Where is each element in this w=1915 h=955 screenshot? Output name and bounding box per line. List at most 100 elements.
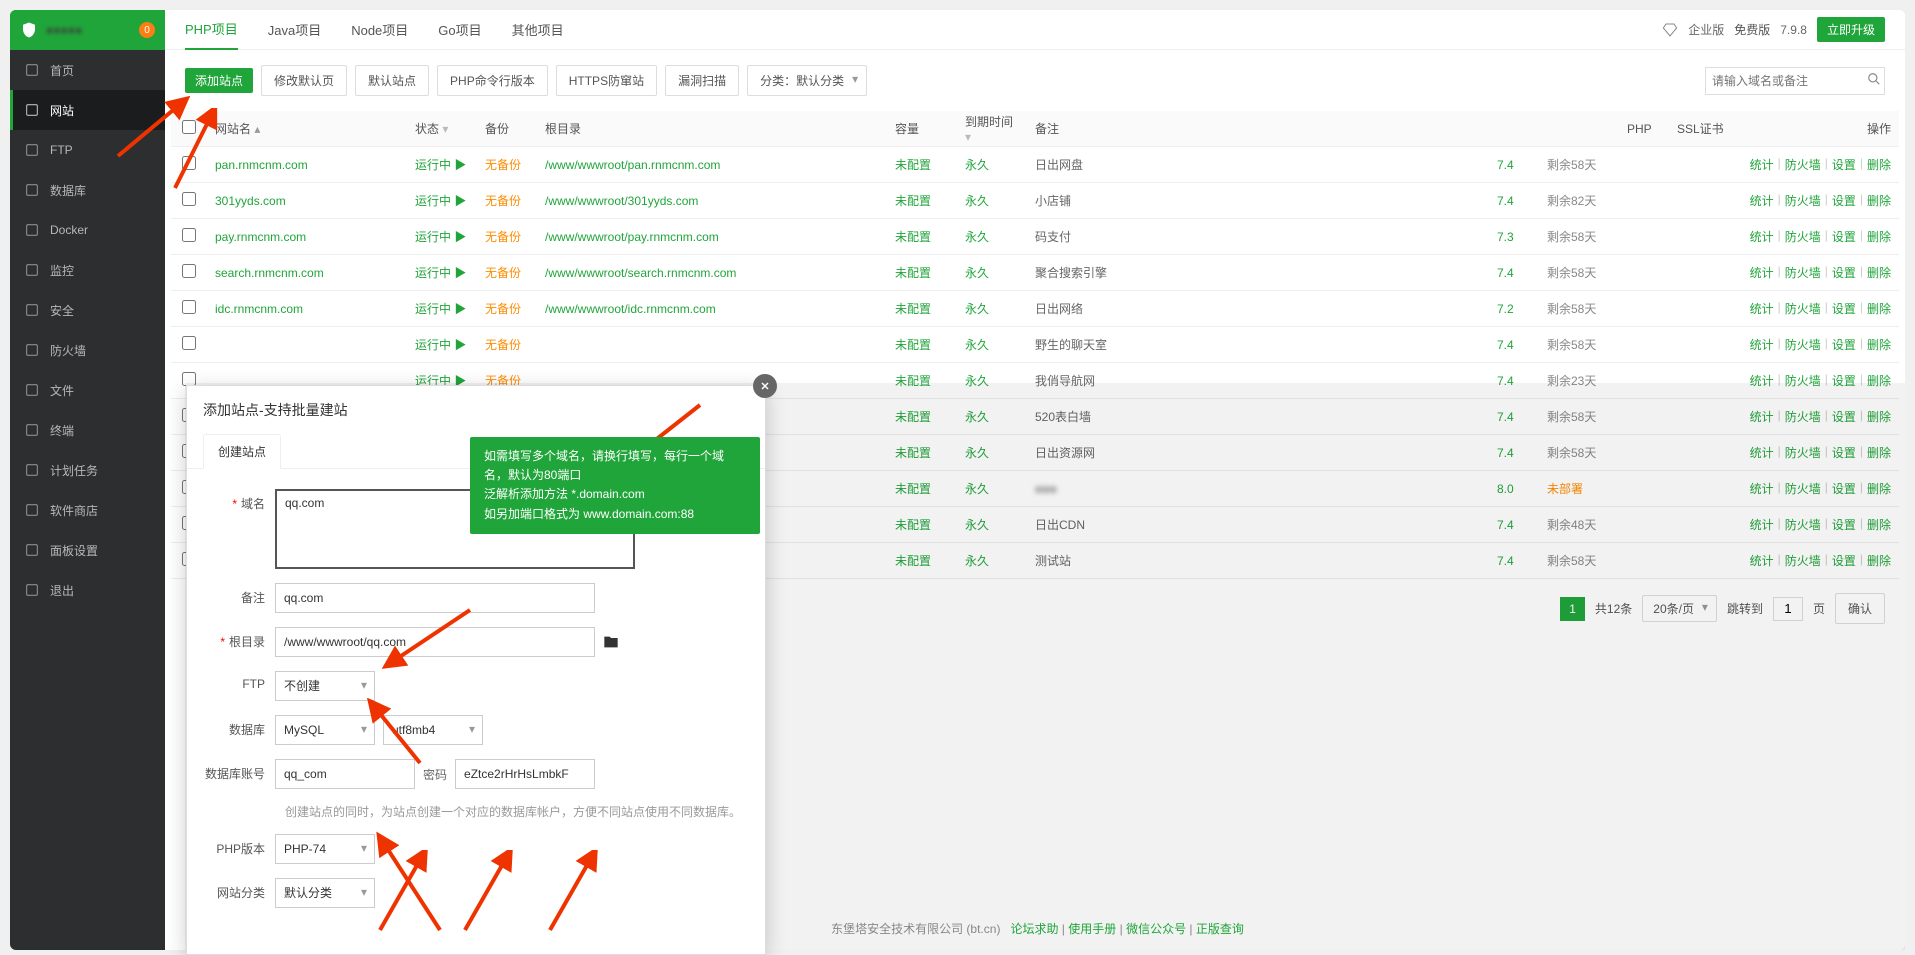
- ssl-text[interactable]: 剩余58天: [1547, 158, 1596, 172]
- sidebar-item-10[interactable]: 计划任务: [10, 450, 165, 490]
- capacity-link[interactable]: 未配置: [895, 194, 931, 208]
- backup-link[interactable]: 无备份: [485, 158, 521, 172]
- backup-link[interactable]: 无备份: [485, 302, 521, 316]
- root-link[interactable]: /www/wwwroot/pan.rnmcnm.com: [545, 158, 720, 172]
- project-tab-0[interactable]: PHP项目: [185, 10, 238, 50]
- op-firewall[interactable]: 防火墙: [1785, 192, 1821, 209]
- op-firewall[interactable]: 防火墙: [1785, 228, 1821, 245]
- toolbar-button-2[interactable]: PHP命令行版本: [437, 65, 548, 96]
- folder-icon[interactable]: [603, 634, 619, 650]
- add-site-button[interactable]: 添加站点: [185, 68, 253, 93]
- row-checkbox[interactable]: [182, 264, 196, 278]
- ssl-text[interactable]: 剩余82天: [1547, 194, 1596, 208]
- status-link[interactable]: 运行中 ▶: [415, 194, 466, 208]
- col-expire[interactable]: 到期时间: [965, 115, 1013, 129]
- php-link[interactable]: 7.3: [1497, 230, 1514, 244]
- op-stats[interactable]: 统计: [1750, 300, 1774, 317]
- site-link[interactable]: 301yyds.com: [215, 194, 286, 208]
- row-checkbox[interactable]: [182, 192, 196, 206]
- expire-link[interactable]: 永久: [965, 194, 989, 208]
- expire-link[interactable]: 永久: [965, 302, 989, 316]
- op-delete[interactable]: 删除: [1867, 264, 1891, 281]
- op-settings[interactable]: 设置: [1832, 228, 1856, 245]
- op-settings[interactable]: 设置: [1832, 264, 1856, 281]
- backup-link[interactable]: 无备份: [485, 338, 521, 352]
- status-link[interactable]: 运行中 ▶: [415, 338, 466, 352]
- sidebar-item-7[interactable]: 防火墙: [10, 330, 165, 370]
- capacity-link[interactable]: 未配置: [895, 338, 931, 352]
- root-link[interactable]: /www/wwwroot/search.rnmcnm.com: [545, 266, 736, 280]
- sidebar-item-9[interactable]: 终端: [10, 410, 165, 450]
- op-settings[interactable]: 设置: [1832, 336, 1856, 353]
- toolbar-button-3[interactable]: HTTPS防窜站: [556, 65, 657, 96]
- modal-tab-create[interactable]: 创建站点: [203, 434, 281, 469]
- op-delete[interactable]: 删除: [1867, 336, 1891, 353]
- php-link[interactable]: 7.4: [1497, 266, 1514, 280]
- op-stats[interactable]: 统计: [1750, 228, 1774, 245]
- php-link[interactable]: 7.4: [1497, 338, 1514, 352]
- modal-close-button[interactable]: [753, 374, 777, 398]
- col-status[interactable]: 状态: [415, 122, 439, 136]
- charset-select[interactable]: utf8mb4: [383, 715, 483, 745]
- op-stats[interactable]: 统计: [1750, 192, 1774, 209]
- select-all-checkbox[interactable]: [182, 120, 196, 134]
- col-site[interactable]: 网站名: [215, 122, 251, 136]
- toolbar-button-1[interactable]: 默认站点: [355, 65, 429, 96]
- php-link[interactable]: 7.4: [1497, 194, 1514, 208]
- sidebar-item-11[interactable]: 软件商店: [10, 490, 165, 530]
- sidebar-item-1[interactable]: 网站: [10, 90, 165, 130]
- op-stats[interactable]: 统计: [1750, 264, 1774, 281]
- expire-link[interactable]: 永久: [965, 158, 989, 172]
- status-link[interactable]: 运行中 ▶: [415, 266, 466, 280]
- capacity-link[interactable]: 未配置: [895, 158, 931, 172]
- status-link[interactable]: 运行中 ▶: [415, 302, 466, 316]
- row-checkbox[interactable]: [182, 336, 196, 350]
- site-link[interactable]: pan.rnmcnm.com: [215, 158, 308, 172]
- backup-link[interactable]: 无备份: [485, 266, 521, 280]
- sidebar-item-13[interactable]: 退出: [10, 570, 165, 610]
- category-select[interactable]: 默认分类: [275, 878, 375, 908]
- op-settings[interactable]: 设置: [1832, 156, 1856, 173]
- op-stats[interactable]: 统计: [1750, 336, 1774, 353]
- ssl-text[interactable]: 剩余58天: [1547, 266, 1596, 280]
- php-version-select[interactable]: PHP-74: [275, 834, 375, 864]
- ssl-text[interactable]: 剩余58天: [1547, 338, 1596, 352]
- footer-link-1[interactable]: 使用手册: [1068, 922, 1116, 936]
- backup-link[interactable]: 无备份: [485, 230, 521, 244]
- sidebar-item-0[interactable]: 首页: [10, 50, 165, 90]
- op-stats[interactable]: 统计: [1750, 156, 1774, 173]
- project-tab-1[interactable]: Java项目: [268, 10, 321, 50]
- ftp-select[interactable]: 不创建: [275, 671, 375, 701]
- sidebar-item-6[interactable]: 安全: [10, 290, 165, 330]
- expire-link[interactable]: 永久: [965, 266, 989, 280]
- op-settings[interactable]: 设置: [1832, 192, 1856, 209]
- op-delete[interactable]: 删除: [1867, 192, 1891, 209]
- capacity-link[interactable]: 未配置: [895, 302, 931, 316]
- op-firewall[interactable]: 防火墙: [1785, 300, 1821, 317]
- site-link[interactable]: pay.rnmcnm.com: [215, 230, 306, 244]
- site-link[interactable]: idc.rnmcnm.com: [215, 302, 303, 316]
- site-link[interactable]: search.rnmcnm.com: [215, 266, 324, 280]
- project-tab-3[interactable]: Go项目: [438, 10, 481, 50]
- sidebar-item-8[interactable]: 文件: [10, 370, 165, 410]
- category-select[interactable]: 分类：默认分类: [747, 65, 867, 96]
- capacity-link[interactable]: 未配置: [895, 266, 931, 280]
- op-firewall[interactable]: 防火墙: [1785, 264, 1821, 281]
- op-delete[interactable]: 删除: [1867, 156, 1891, 173]
- root-link[interactable]: /www/wwwroot/idc.rnmcnm.com: [545, 302, 716, 316]
- expire-link[interactable]: 永久: [965, 230, 989, 244]
- footer-link-0[interactable]: 论坛求助: [1010, 922, 1058, 936]
- sidebar-item-5[interactable]: 监控: [10, 250, 165, 290]
- footer-link-3[interactable]: 正版查询: [1196, 922, 1244, 936]
- row-checkbox[interactable]: [182, 156, 196, 170]
- database-select[interactable]: MySQL: [275, 715, 375, 745]
- op-delete[interactable]: 删除: [1867, 300, 1891, 317]
- db-account-input[interactable]: [275, 759, 415, 789]
- capacity-link[interactable]: 未配置: [895, 230, 931, 244]
- expire-link[interactable]: 永久: [965, 338, 989, 352]
- sidebar-item-4[interactable]: Docker: [10, 210, 165, 250]
- op-settings[interactable]: 设置: [1832, 300, 1856, 317]
- op-firewall[interactable]: 防火墙: [1785, 336, 1821, 353]
- ssl-text[interactable]: 剩余58天: [1547, 230, 1596, 244]
- php-link[interactable]: 7.2: [1497, 302, 1514, 316]
